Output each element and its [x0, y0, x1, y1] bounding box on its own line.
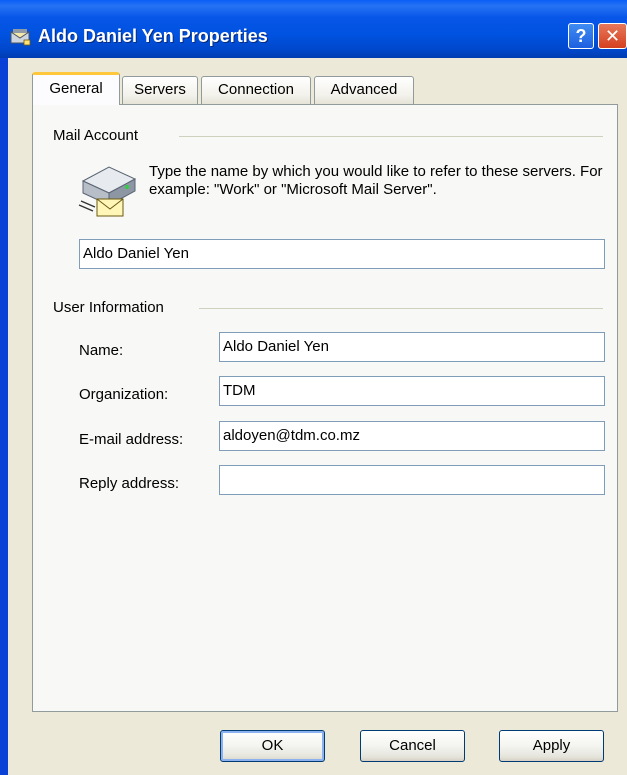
user-information-heading: User Information — [53, 299, 164, 316]
reply-address-label: Reply address: — [79, 475, 180, 492]
tab-general[interactable]: General — [32, 72, 120, 105]
help-button[interactable]: ? — [568, 23, 594, 49]
user-information-divider — [199, 308, 603, 309]
ok-button[interactable]: OK — [220, 730, 325, 762]
mail-account-divider — [179, 136, 603, 137]
name-input[interactable]: Aldo Daniel Yen — [219, 332, 605, 362]
help-icon: ? — [575, 26, 587, 46]
reply-address-input[interactable] — [219, 465, 605, 495]
email-address-input[interactable]: aldoyen@tdm.co.mz — [219, 421, 605, 451]
mail-server-icon — [78, 166, 137, 217]
close-button[interactable]: ✕ — [598, 23, 627, 49]
apply-button[interactable]: Apply — [499, 730, 604, 762]
tab-connection[interactable]: Connection — [201, 76, 311, 104]
tab-servers[interactable]: Servers — [122, 76, 198, 104]
email-address-label: E-mail address: — [79, 431, 184, 448]
title-bar[interactable]: Aldo Daniel Yen Properties ? ✕ — [0, 0, 627, 58]
name-label: Name: — [79, 342, 124, 359]
tab-page-general: Mail Account Type the name by which you … — [32, 104, 618, 712]
organization-label: Organization: — [79, 386, 169, 403]
account-name-input[interactable]: Aldo Daniel Yen — [79, 239, 605, 269]
mail-account-heading: Mail Account — [53, 127, 139, 144]
mail-account-description: Type the name by which you would like to… — [149, 163, 603, 198]
properties-dialog: Aldo Daniel Yen Properties ? ✕ General S… — [0, 0, 627, 775]
close-icon: ✕ — [604, 26, 621, 46]
tab-advanced[interactable]: Advanced — [314, 76, 414, 104]
mail-account-icon — [10, 29, 31, 46]
window-title: Aldo Daniel Yen Properties — [38, 26, 268, 46]
cancel-button[interactable]: Cancel — [360, 730, 465, 762]
organization-input[interactable]: TDM — [219, 376, 605, 406]
